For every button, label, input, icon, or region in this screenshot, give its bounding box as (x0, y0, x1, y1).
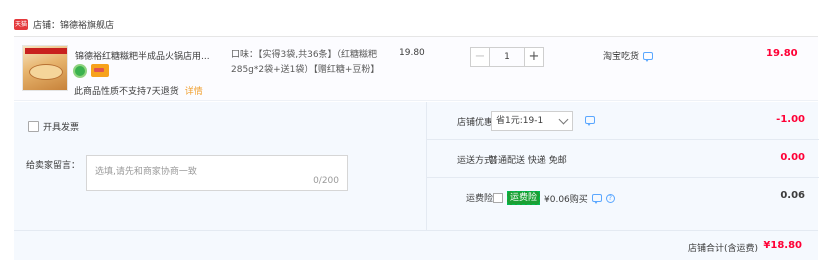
item-row: 锦德裕红糖糍粑半成品火锅店用... 此商品性质不支持7天退货 详情 口味：【实得3… (14, 37, 818, 101)
delivery-service: 淘宝吃货 (603, 49, 654, 62)
invoice-option[interactable]: 开具发票 (28, 120, 79, 133)
product-badges (73, 64, 109, 78)
chat-icon[interactable] (591, 194, 602, 204)
order-box: 锦德裕红糖糍粑半成品火锅店用... 此商品性质不支持7天退货 详情 口味：【实得3… (14, 36, 819, 260)
invoice-label: 开具发票 (43, 123, 80, 133)
insurance-checkbox[interactable] (493, 193, 503, 203)
shop-total-row: 店铺合计(含运费) ¥18.80 (14, 230, 818, 260)
delivery-service-label: 淘宝吃货 (603, 52, 640, 62)
thumbnail-banner (25, 48, 67, 54)
unit-price: 19.80 (399, 48, 425, 58)
coupon-amount: -1.00 (776, 114, 805, 125)
insurance-amount: 0.06 (780, 190, 805, 201)
message-label: 给卖家留言： (26, 161, 81, 171)
shop-name[interactable]: 店铺：锦德裕旗舰店 (33, 18, 114, 31)
coupon-selected: 省1元:19-1 (496, 116, 544, 126)
product-title[interactable]: 锦德裕红糖糍粑半成品火锅店用... (75, 49, 227, 62)
chevron-down-icon (558, 114, 569, 125)
shop-header: 天猫 店铺：锦德裕旗舰店 (14, 16, 114, 32)
quantity-increase-button[interactable]: + (524, 47, 544, 67)
insurance-option: 运费险 ¥0.06购买 ? (493, 191, 615, 205)
coupon-row: 店铺优惠： 省1元:19-1 -1.00 (427, 102, 819, 140)
return-policy-details-link[interactable]: 详情 (185, 87, 203, 97)
quantity-input[interactable]: 1 (490, 47, 524, 67)
thumbnail-plate (29, 64, 63, 80)
insurance-row: 运费险： 运费险 ¥0.06购买 ? 0.06 (427, 178, 819, 216)
return-policy-note: 此商品性质不支持7天退货 详情 (74, 84, 203, 97)
shipping-value: 普通配送 快递 免邮 (489, 156, 567, 166)
insurance-price: ¥0.06购买 (544, 194, 588, 205)
insurance-tag: 运费险 (507, 191, 541, 205)
chat-icon[interactable] (585, 116, 595, 126)
shipping-amount: 0.00 (780, 152, 805, 163)
quantity-stepper: − 1 + (470, 47, 544, 67)
shipping-row: 运送方式： 普通配送 快递 免邮 0.00 (427, 140, 819, 178)
shop-total-value: ¥18.80 (763, 240, 802, 251)
invoice-checkbox[interactable] (28, 121, 39, 132)
green-badge-icon (73, 64, 87, 78)
order-options: 开具发票 给卖家留言： 选填,请先和商家协商一致 0/200 店铺优惠： 省1元… (14, 102, 819, 230)
message-placeholder: 选填,请先和商家协商一致 (95, 167, 197, 177)
chat-icon[interactable] (643, 51, 654, 62)
seller-message-input[interactable]: 选填,请先和商家协商一致 0/200 (86, 155, 348, 191)
tmall-logo-icon: 天猫 (14, 18, 28, 30)
quantity-decrease-button[interactable]: − (470, 47, 490, 67)
return-policy-text: 此商品性质不支持7天退货 (74, 87, 179, 97)
product-sku: 口味：【实得3袋,共36条】（红糖糍粑285g*2袋+送1袋）【赠红糖+豆粉】 (231, 50, 380, 75)
message-char-count: 0/200 (313, 176, 339, 186)
options-right-pane: 店铺优惠： 省1元:19-1 -1.00 运送方式： 普通配送 快递 免邮 0.… (426, 102, 819, 230)
card-badge-icon (91, 64, 109, 77)
help-icon[interactable]: ? (605, 193, 615, 203)
product-thumbnail[interactable] (22, 45, 68, 91)
item-subtotal: 19.80 (766, 48, 798, 59)
shop-total-label: 店铺合计(含运费) (687, 244, 758, 254)
coupon-select[interactable]: 省1元:19-1 (491, 111, 573, 131)
